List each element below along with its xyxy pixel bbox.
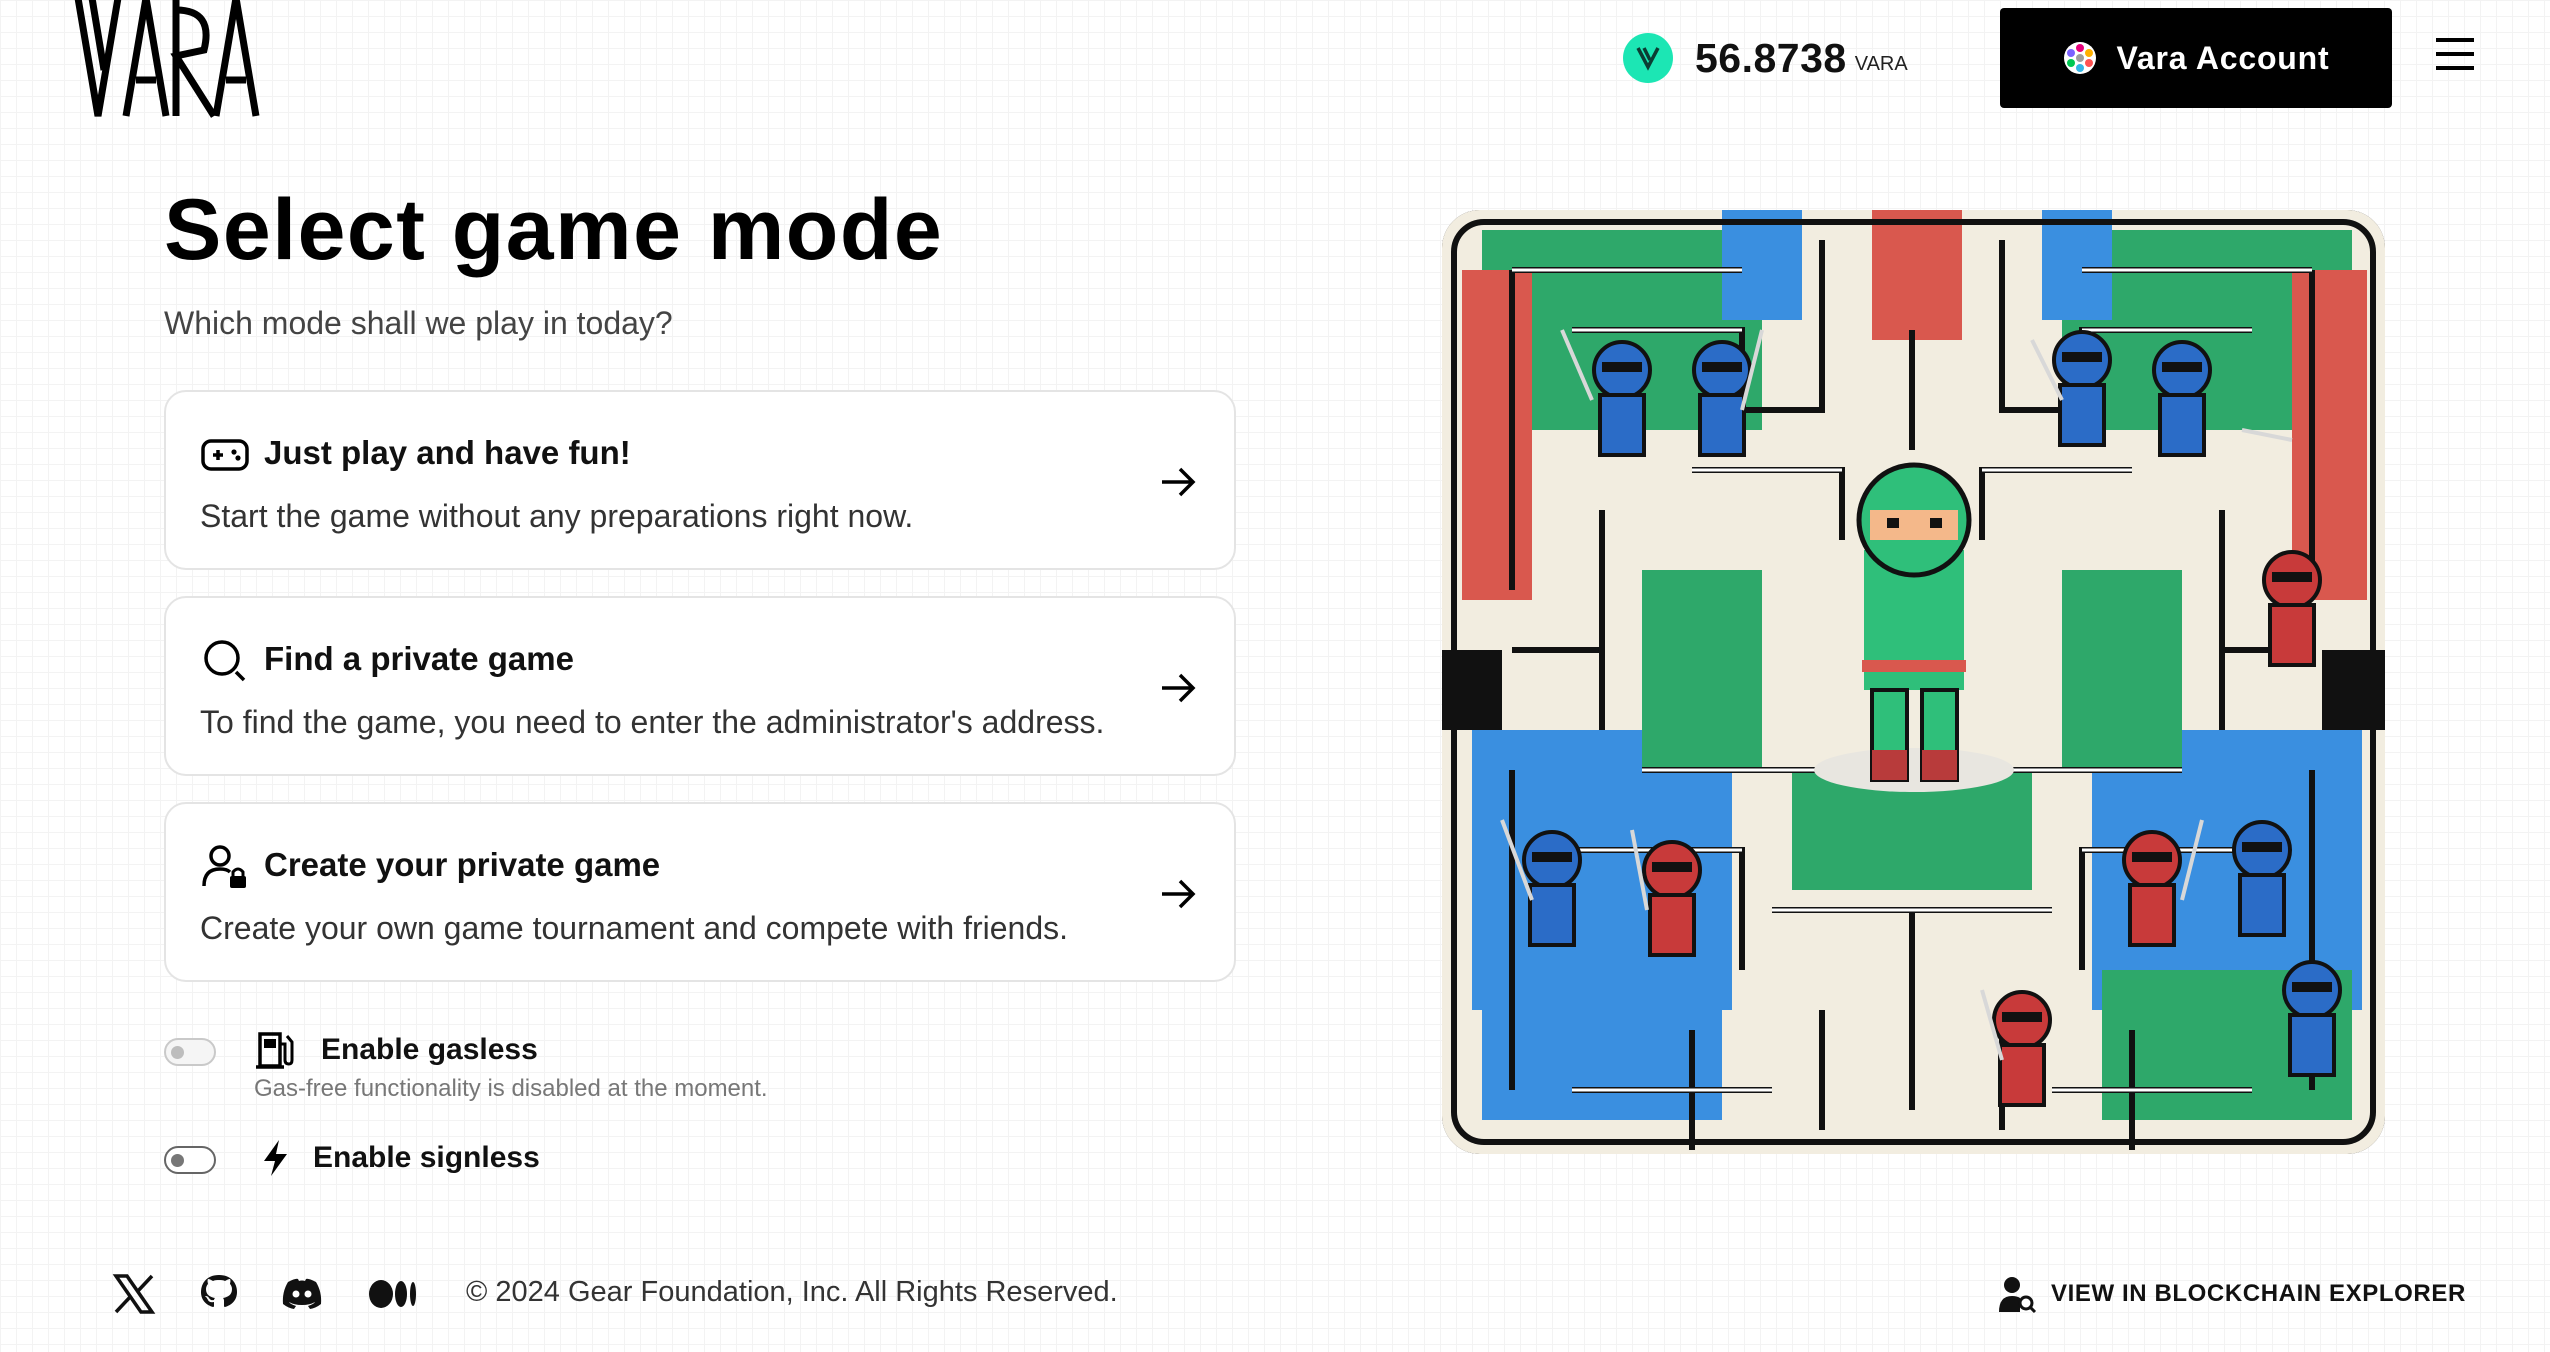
gas-station-icon bbox=[256, 1032, 294, 1069]
mode-card-find[interactable]: Find a private game To find the game, yo… bbox=[164, 596, 1236, 776]
signless-toggle[interactable] bbox=[164, 1146, 216, 1174]
mode-card-create[interactable]: Create your private game Create your own… bbox=[164, 802, 1236, 982]
medium-icon[interactable] bbox=[368, 1272, 420, 1316]
toggle-knob bbox=[171, 1154, 184, 1167]
ninja-maze-illustration bbox=[1442, 210, 2385, 1154]
polkadot-avatar-icon bbox=[2063, 42, 2096, 74]
gasless-toggle[interactable] bbox=[164, 1038, 216, 1066]
mode-card-play[interactable]: Just play and have fun! Start the game w… bbox=[164, 390, 1236, 570]
user-search-icon bbox=[1999, 1277, 2037, 1314]
mode-title: Find a private game bbox=[264, 640, 574, 677]
mode-description: Create your own game tournament and comp… bbox=[200, 910, 1069, 946]
account-button[interactable]: Vara Account bbox=[2000, 8, 2392, 108]
account-button-label: Vara Account bbox=[2116, 39, 2330, 76]
copyright-text: © 2024 Gear Foundation, Inc. All Rights … bbox=[466, 1276, 1118, 1308]
mode-description: To find the game, you need to enter the … bbox=[200, 704, 1105, 740]
page-title: Select game mode bbox=[164, 182, 944, 278]
page-subtitle: Which mode shall we play in today? bbox=[164, 305, 673, 341]
mode-title: Create your private game bbox=[264, 846, 661, 883]
vara-logo-icon bbox=[74, 0, 260, 118]
blockchain-explorer-link[interactable]: VIEW IN BLOCKCHAIN EXPLORER bbox=[1997, 1274, 2466, 1314]
vara-logo[interactable] bbox=[74, 0, 260, 120]
mode-description: Start the game without any preparations … bbox=[200, 498, 914, 534]
discord-icon[interactable] bbox=[280, 1272, 324, 1316]
signless-label: Enable signless bbox=[313, 1141, 540, 1174]
arrow-right-icon bbox=[1162, 879, 1196, 909]
user-lock-icon bbox=[202, 845, 246, 888]
arrow-right-icon bbox=[1162, 673, 1196, 703]
mode-title: Just play and have fun! bbox=[264, 434, 631, 471]
toggle-knob bbox=[171, 1046, 184, 1059]
explorer-label: VIEW IN BLOCKCHAIN EXPLORER bbox=[2051, 1280, 2466, 1307]
lightning-icon bbox=[264, 1140, 287, 1176]
search-icon bbox=[204, 640, 246, 682]
github-icon[interactable] bbox=[197, 1272, 241, 1316]
arrow-right-icon bbox=[1162, 467, 1196, 497]
x-icon[interactable] bbox=[112, 1272, 156, 1316]
ninja-maze-image bbox=[1442, 210, 2385, 1154]
wallet-balance: 56.8738 VARA bbox=[1623, 30, 1908, 86]
gasless-label: Enable gasless bbox=[321, 1033, 538, 1066]
gasless-note: Gas-free functionality is disabled at th… bbox=[254, 1075, 768, 1102]
hamburger-icon bbox=[2436, 38, 2474, 70]
vara-coin-icon bbox=[1623, 33, 1673, 83]
gamepad-icon bbox=[201, 439, 249, 471]
balance-amount: 56.8738 bbox=[1695, 34, 1847, 81]
balance-unit: VARA bbox=[1854, 52, 1908, 75]
menu-button[interactable] bbox=[2434, 36, 2476, 72]
